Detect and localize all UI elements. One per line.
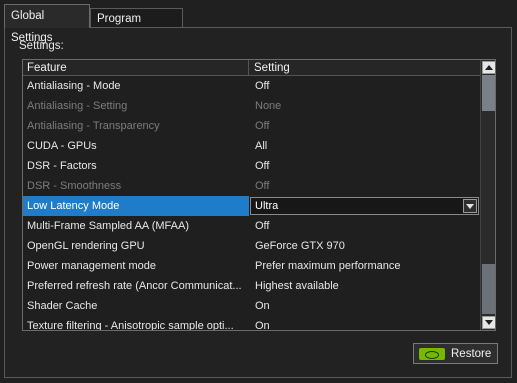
- settings-grid: Feature Setting Antialiasing - Mode Off …: [22, 59, 496, 331]
- table-row[interactable]: DSR - Smoothness Off: [23, 176, 480, 196]
- chevron-down-icon: [466, 203, 474, 209]
- feature-cell: Preferred refresh rate (Ancor Communicat…: [27, 280, 242, 292]
- tab-program-settings[interactable]: Program Settings: [90, 8, 183, 45]
- setting-cell: Off: [255, 80, 270, 92]
- table-row[interactable]: Preferred refresh rate (Ancor Communicat…: [23, 276, 480, 296]
- setting-cell: On: [255, 300, 270, 312]
- restore-button-label: Restore: [451, 347, 492, 360]
- table-row[interactable]: CUDA - GPUs All: [23, 136, 480, 156]
- feature-cell: OpenGL rendering GPU: [27, 240, 145, 252]
- grid-rows: Antialiasing - Mode Off Antialiasing - S…: [23, 76, 480, 331]
- table-row[interactable]: Antialiasing - Mode Off: [23, 76, 480, 96]
- setting-dropdown-value: Ultra: [255, 200, 279, 212]
- table-row[interactable]: Antialiasing - Transparency Off: [23, 116, 480, 136]
- table-row[interactable]: DSR - Factors Off: [23, 156, 480, 176]
- setting-cell: Off: [255, 160, 270, 172]
- feature-cell: CUDA - GPUs: [27, 140, 97, 152]
- setting-cell: GeForce GTX 970: [255, 240, 345, 252]
- restore-button[interactable]: Restore: [413, 343, 498, 364]
- dropdown-arrow-button[interactable]: [463, 199, 477, 213]
- setting-cell: Off: [255, 120, 270, 132]
- setting-cell: On: [255, 320, 270, 331]
- grid-header: Feature Setting: [23, 60, 480, 76]
- feature-cell: DSR - Factors: [27, 160, 97, 172]
- table-row-selected[interactable]: Low Latency Mode Ultra: [23, 196, 480, 216]
- feature-cell: Antialiasing - Mode: [27, 80, 121, 92]
- setting-cell: Highest available: [255, 280, 339, 292]
- table-row[interactable]: Multi-Frame Sampled AA (MFAA) Off: [23, 216, 480, 236]
- nvidia-logo-icon: [419, 347, 445, 360]
- vertical-scrollbar[interactable]: [480, 60, 495, 330]
- table-row[interactable]: Shader Cache On: [23, 296, 480, 316]
- feature-cell: Shader Cache: [27, 300, 98, 312]
- feature-cell: Power management mode: [27, 260, 157, 272]
- feature-cell: Texture filtering - Anisotropic sample o…: [27, 320, 234, 331]
- scroll-up-button[interactable]: [482, 61, 495, 74]
- setting-cell: All: [255, 140, 268, 152]
- settings-panel: Settings: Feature Setting Antialiasing -…: [4, 27, 512, 378]
- table-row[interactable]: Power management mode Prefer maximum per…: [23, 256, 480, 276]
- feature-cell: Antialiasing - Setting: [27, 100, 128, 112]
- chevron-up-icon: [485, 65, 493, 70]
- scrollbar-thumb[interactable]: [482, 75, 495, 111]
- scrollbar-track-lower[interactable]: [482, 264, 495, 314]
- feature-cell: Antialiasing - Transparency: [27, 120, 160, 132]
- column-header-feature[interactable]: Feature: [23, 60, 249, 76]
- setting-cell: Off: [255, 220, 270, 232]
- table-row[interactable]: Texture filtering - Anisotropic sample o…: [23, 316, 480, 331]
- feature-cell: Multi-Frame Sampled AA (MFAA): [27, 220, 189, 232]
- table-row[interactable]: OpenGL rendering GPU GeForce GTX 970: [23, 236, 480, 256]
- setting-cell: None: [255, 100, 282, 112]
- feature-cell: DSR - Smoothness: [27, 180, 122, 192]
- feature-cell: Low Latency Mode: [23, 196, 249, 216]
- setting-dropdown[interactable]: Ultra: [250, 197, 479, 215]
- chevron-down-icon: [485, 320, 493, 325]
- tab-global-settings[interactable]: Global Settings: [4, 4, 90, 44]
- setting-cell: Prefer maximum performance: [255, 260, 401, 272]
- table-row[interactable]: Antialiasing - Setting None: [23, 96, 480, 116]
- setting-cell: Off: [255, 180, 270, 192]
- scroll-down-button[interactable]: [482, 316, 495, 329]
- column-header-setting[interactable]: Setting: [250, 60, 480, 76]
